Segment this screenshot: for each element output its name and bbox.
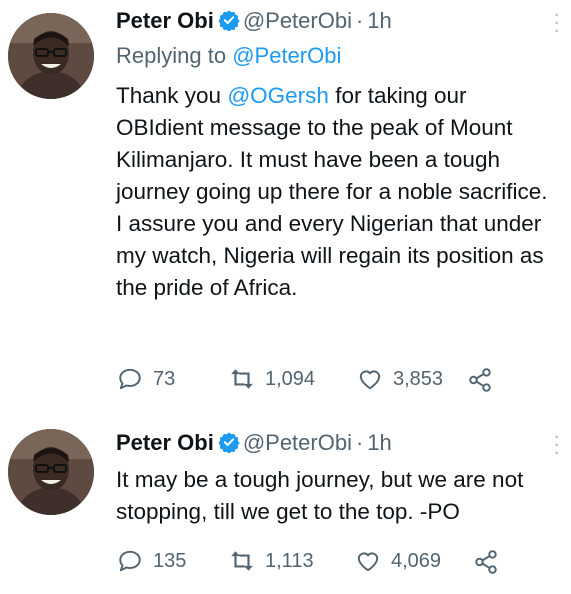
more-options-icon[interactable]: · · · [553, 3, 560, 41]
tweet-text: It may be a tough journey, but we are no… [116, 467, 524, 524]
separator: · [355, 430, 364, 455]
reply-button[interactable]: 135 [117, 546, 186, 576]
retweet-count: 1,113 [265, 549, 314, 572]
retweet-icon [231, 551, 253, 571]
like-button[interactable]: 4,069 [355, 546, 441, 576]
like-count: 4,069 [391, 549, 442, 572]
retweet-button[interactable]: 1,094 [229, 364, 315, 394]
share-icon[interactable] [467, 367, 493, 393]
tweet-header: Peter Obi @PeterObi · 1h [116, 6, 392, 36]
avatar[interactable] [8, 13, 94, 99]
tweet[interactable]: Peter Obi @PeterObi · 1h · · · It may be a to… [0, 412, 571, 594]
reply-button[interactable]: 73 [117, 364, 175, 394]
like-count: 3,853 [393, 367, 444, 390]
mention-link[interactable]: @OGersh [227, 83, 329, 108]
heart-icon [359, 370, 381, 390]
like-button[interactable]: 3,853 [357, 364, 443, 394]
verified-badge-icon [218, 432, 240, 453]
heart-icon [357, 552, 379, 572]
tweet-header: Peter Obi @PeterObi · 1h [116, 428, 392, 458]
author-handle[interactable]: @PeterObi [243, 430, 352, 455]
twitter-thread: Peter Obi @PeterObi · 1h · · · Replying to @P… [0, 0, 571, 594]
avatar[interactable] [8, 429, 94, 515]
reply-count: 135 [153, 549, 187, 572]
retweet-count: 1,094 [265, 367, 316, 390]
tweet[interactable]: Peter Obi @PeterObi · 1h · · · Replying to @P… [0, 0, 571, 412]
retweet-button[interactable]: 1,113 [229, 546, 314, 576]
reply-icon [119, 368, 141, 390]
retweet-icon [231, 369, 253, 389]
share-icon[interactable] [473, 549, 499, 575]
reply-icon [119, 550, 141, 572]
timestamp[interactable]: 1h [367, 430, 391, 455]
reply-count: 73 [153, 367, 176, 390]
text-before-mention: Thank you [116, 83, 228, 108]
replying-label: Replying to [116, 43, 227, 68]
author-handle[interactable]: @PeterObi [243, 8, 352, 33]
replying-handle-link[interactable]: @PeterObi [232, 43, 341, 68]
author-name[interactable]: Peter Obi [116, 8, 214, 33]
timestamp[interactable]: 1h [367, 8, 391, 33]
replying-to: Replying to @PeterObi [116, 41, 341, 71]
author-name[interactable]: Peter Obi [116, 430, 214, 455]
text-after-mention: for taking our OBIdient message to the p… [116, 83, 548, 300]
tweet-text: Thank you @OGersh for taking our OBIdien… [116, 80, 556, 304]
verified-badge-icon [218, 10, 240, 31]
more-options-icon[interactable]: · · · [553, 425, 560, 463]
separator: · [355, 8, 364, 33]
